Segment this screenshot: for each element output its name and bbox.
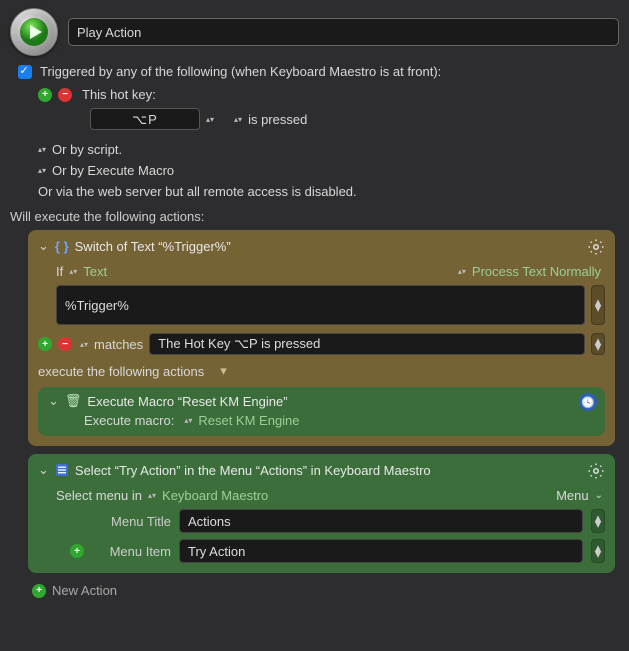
- app-picker-stepper-icon[interactable]: ▴▾: [148, 493, 156, 498]
- list-icon: [55, 463, 69, 477]
- remove-case-button[interactable]: −: [58, 337, 72, 351]
- matches-input[interactable]: [149, 333, 585, 355]
- switch-action-panel[interactable]: ⌄ { } Switch of Text “%Trigger%” If ▴▾ T…: [28, 230, 615, 446]
- remove-trigger-button[interactable]: −: [58, 88, 72, 102]
- menu-title-input[interactable]: [179, 509, 583, 533]
- macro-picker-stepper-icon[interactable]: ▴▾: [184, 418, 192, 423]
- chevron-down-icon[interactable]: ⌄: [595, 490, 603, 501]
- disclosure-icon[interactable]: ⌄: [38, 462, 49, 478]
- is-pressed-label: is pressed: [248, 112, 307, 127]
- triggered-checkbox[interactable]: [18, 65, 32, 79]
- gear-icon[interactable]: [587, 462, 605, 480]
- matches-value-stepper[interactable]: ▴▾: [591, 333, 605, 355]
- select-menu-title: Select “Try Action” in the Menu “Actions…: [75, 463, 431, 478]
- or-exec-macro-label: Or by Execute Macro: [52, 163, 174, 178]
- gear-icon[interactable]: [587, 238, 605, 256]
- play-icon: [10, 8, 58, 56]
- hotkey-stepper-icon[interactable]: ▴▾: [206, 117, 214, 122]
- triangle-down-icon[interactable]: ▾: [220, 363, 227, 379]
- add-menu-item-button[interactable]: +: [70, 544, 84, 558]
- actions-heading: Will execute the following actions:: [10, 209, 619, 224]
- execute-macro-action-panel[interactable]: ⌄ 🗑 Execute Macro “Reset KM Engine” 🕓 Ex…: [38, 387, 605, 436]
- menu-title-stepper[interactable]: ▴▾: [591, 509, 605, 533]
- matches-label: matches: [94, 337, 143, 352]
- new-action-button[interactable]: +: [32, 584, 46, 598]
- menu-title-label: Menu Title: [96, 514, 171, 529]
- disclosure-icon[interactable]: ⌄: [48, 393, 59, 409]
- process-stepper-icon[interactable]: ▴▾: [458, 269, 466, 274]
- or-webserver-label: Or via the web server but all remote acc…: [38, 184, 357, 199]
- braces-icon: { }: [55, 239, 69, 254]
- menu-item-stepper[interactable]: ▴▾: [591, 539, 605, 563]
- hotkey-input[interactable]: ⌥P: [90, 108, 200, 130]
- add-case-button[interactable]: +: [38, 337, 52, 351]
- hotkey-label: This hot key:: [82, 87, 156, 102]
- add-trigger-button[interactable]: +: [38, 88, 52, 102]
- matches-stepper-icon[interactable]: ▴▾: [80, 342, 88, 347]
- execute-label: execute the following actions: [38, 364, 204, 379]
- select-menu-action-panel[interactable]: ⌄ Select “Try Action” in the Menu “Actio…: [28, 454, 615, 573]
- menu-item-input[interactable]: [179, 539, 583, 563]
- macro-picker-value[interactable]: Reset KM Engine: [198, 413, 299, 428]
- if-type-value[interactable]: Text: [83, 264, 107, 279]
- execute-macro-title: Execute Macro “Reset KM Engine”: [87, 394, 287, 409]
- app-picker-value[interactable]: Keyboard Maestro: [162, 488, 268, 503]
- new-action-label[interactable]: New Action: [52, 583, 117, 598]
- switch-text-stepper[interactable]: ▴▾: [591, 285, 605, 325]
- or-script-label: Or by script.: [52, 142, 122, 157]
- if-label: If: [56, 264, 63, 279]
- or-exec-macro-stepper-icon[interactable]: ▴▾: [38, 168, 46, 173]
- execute-macro-label: Execute macro:: [84, 413, 174, 428]
- triggered-label: Triggered by any of the following (when …: [40, 64, 441, 79]
- if-type-stepper-icon[interactable]: ▴▾: [69, 269, 77, 274]
- is-pressed-stepper-icon[interactable]: ▴▾: [234, 117, 242, 122]
- or-script-stepper-icon[interactable]: ▴▾: [38, 147, 46, 152]
- process-mode[interactable]: Process Text Normally: [472, 264, 601, 279]
- disclosure-icon[interactable]: ⌄: [38, 238, 49, 254]
- menu-item-label: Menu Item: [96, 544, 171, 559]
- trash-icon: 🗑: [65, 393, 82, 409]
- select-menu-in-label: Select menu in: [56, 488, 142, 503]
- switch-text-input[interactable]: %Trigger%: [56, 285, 585, 325]
- switch-title: Switch of Text “%Trigger%”: [75, 239, 231, 254]
- macro-name-input[interactable]: [68, 18, 619, 46]
- clock-icon[interactable]: 🕓: [579, 393, 597, 411]
- menu-popup-label[interactable]: Menu: [556, 488, 589, 503]
